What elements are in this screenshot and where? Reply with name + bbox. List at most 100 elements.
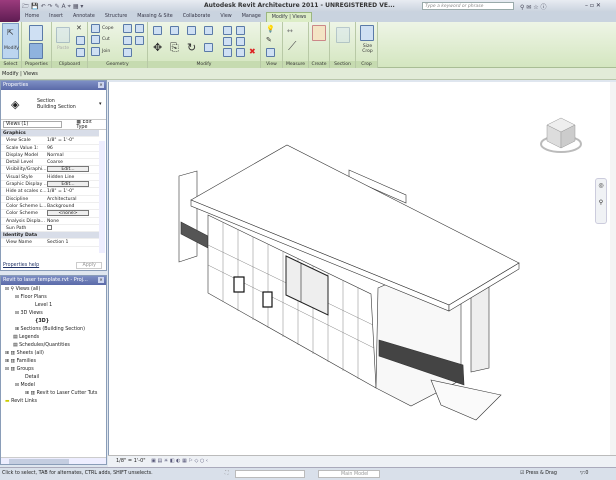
tree-item-revit-links[interactable]: ▬ Revit Links	[5, 399, 37, 404]
property-row[interactable]: View Name Section 1	[1, 239, 99, 247]
window-controls[interactable]: – ▫ ✕	[585, 2, 601, 9]
property-row[interactable]: Scale Value 1: 96	[1, 145, 99, 152]
property-value[interactable]: Normal	[47, 152, 99, 158]
property-value[interactable]: 96	[47, 145, 99, 151]
property-row[interactable]: Analysis Displa... None	[1, 218, 99, 225]
application-menu-button[interactable]	[0, 0, 20, 22]
copy-element-icon[interactable]: ⎘	[170, 41, 179, 55]
property-row[interactable]: View Scale 1/8" = 1'-0"	[1, 137, 99, 145]
close-icon[interactable]: ✕	[98, 82, 104, 88]
quick-access-toolbar[interactable]: 🗁 💾 ↶ ↷ ✎ A ⌖ ▦ ▾	[22, 2, 83, 12]
property-row[interactable]: Hide at scales c... 1/8" = 1'-0"	[1, 188, 99, 196]
tab-modify-views[interactable]: Modify | Views	[265, 12, 313, 22]
apply-button[interactable]: Apply	[76, 262, 102, 269]
mirror-draw-icon[interactable]	[204, 26, 213, 35]
override-graphics-icon[interactable]: ✎	[266, 36, 272, 44]
cope-icon[interactable]	[91, 24, 100, 33]
join-label[interactable]: Join	[102, 49, 110, 54]
search-input[interactable]: Type a keyword or phrase	[422, 2, 514, 10]
split-gap-icon[interactable]	[236, 26, 245, 35]
property-row[interactable]: Display Model Normal	[1, 152, 99, 160]
scale-icon[interactable]	[236, 37, 245, 46]
property-row[interactable]: Color Scheme <none>	[1, 210, 99, 218]
filter-icon[interactable]: ▽:0	[580, 468, 588, 480]
property-row[interactable]: Visibility/Graphi... Edit...	[1, 166, 99, 174]
match-properties-icon[interactable]	[76, 48, 85, 57]
property-row[interactable]: Graphic Display ... Edit...	[1, 181, 99, 189]
tab-home[interactable]: Home	[20, 12, 44, 22]
demolish-icon[interactable]	[135, 36, 144, 45]
join-icon[interactable]	[91, 47, 100, 56]
tree-item-legends[interactable]: ▤ Legends	[13, 335, 39, 340]
property-row[interactable]: Visual Style Hidden Line	[1, 174, 99, 182]
hide-element-icon[interactable]: 💡	[266, 25, 275, 33]
tree-item-level-1[interactable]: Level 1	[35, 303, 52, 308]
viewcube[interactable]	[539, 112, 583, 156]
tab-annotate[interactable]: Annotate	[68, 12, 100, 22]
tree-item-groups[interactable]: ⊟ ▥ Groups	[5, 367, 34, 372]
tree-item-3d[interactable]: {3D}	[35, 319, 49, 324]
tree-item-model[interactable]: ⊟ Model	[15, 383, 35, 388]
property-value[interactable]: Edit...	[47, 166, 99, 173]
tree-item-sections[interactable]: ⊞ Sections (Building Section)	[15, 327, 85, 332]
chevron-down-icon[interactable]: ▾	[99, 101, 102, 107]
cut-icon[interactable]: ✕	[76, 24, 82, 32]
paint-icon[interactable]	[123, 36, 132, 45]
cope-label[interactable]: Cope	[102, 26, 114, 31]
cut-label[interactable]: Cut	[102, 37, 110, 42]
property-value[interactable]: 1/8" = 1'-0"	[47, 137, 99, 143]
size-crop-label[interactable]: Size Crop	[359, 44, 376, 54]
workset-icon[interactable]: ⛶	[225, 468, 228, 480]
dimension-icon[interactable]: ⟋	[288, 39, 296, 54]
properties-icon[interactable]	[29, 43, 43, 59]
property-value[interactable]: Coarse	[47, 159, 99, 165]
property-group-header[interactable]: Graphics	[1, 130, 99, 138]
create-similar-icon[interactable]	[312, 25, 326, 41]
pin-icon[interactable]	[223, 48, 232, 57]
properties-help-link[interactable]: Properties help	[3, 263, 39, 268]
copy-icon[interactable]	[76, 36, 85, 45]
align-icon[interactable]	[153, 26, 162, 35]
workset-selector[interactable]	[235, 470, 305, 478]
modify-button[interactable]: ⇱ Modify	[2, 23, 19, 59]
instance-selector[interactable]: Views (1)	[3, 121, 63, 128]
scrollbar[interactable]	[99, 141, 105, 253]
close-icon[interactable]: ✕	[98, 277, 104, 283]
infocenter-icons[interactable]: ⚲ ✉ ☆ ⓘ	[520, 2, 547, 11]
property-value[interactable]: Hidden Line	[47, 174, 99, 180]
tab-view[interactable]: View	[215, 12, 236, 22]
view-scale[interactable]: 1/8" = 1'-0"	[116, 458, 146, 464]
trim-icon[interactable]	[204, 43, 213, 52]
property-value[interactable]: <none>	[47, 210, 99, 217]
property-group-header[interactable]: Identity Data	[1, 232, 99, 240]
tree-item-schedules[interactable]: ▤ Schedules/Quantities	[13, 343, 70, 348]
split-icon[interactable]	[223, 26, 232, 35]
tree-item-floor-plans[interactable]: ⊟ Floor Plans	[15, 295, 47, 300]
split-segment-icon[interactable]	[336, 27, 350, 43]
type-selector[interactable]: ◈ Section Building Section ▾	[1, 90, 106, 120]
split-face-icon[interactable]	[123, 24, 132, 33]
type-properties-icon[interactable]	[29, 25, 43, 41]
property-value[interactable]: Section 1	[47, 239, 99, 245]
unpin-icon[interactable]	[236, 48, 245, 57]
property-row[interactable]: Detail Level Coarse	[1, 159, 99, 167]
wall-joins-icon[interactable]	[135, 24, 144, 33]
vertical-scrollbar[interactable]	[610, 82, 616, 455]
property-value[interactable]: 1/8" = 1'-0"	[47, 188, 99, 194]
tree-item-revit-to-laser[interactable]: ⊞ ▥ Revit to Laser Cutter Tuts	[25, 391, 97, 396]
tab-massing-site[interactable]: Massing & Site	[132, 12, 178, 22]
3d-view-canvas[interactable]: ◎ ⚲	[108, 82, 616, 455]
property-value[interactable]: Edit...	[47, 181, 99, 188]
measure-icon[interactable]: ↔	[287, 27, 293, 35]
edit-button[interactable]: Edit...	[47, 181, 89, 188]
tree-item-views[interactable]: ⊟ ⚲ Views (all)	[5, 287, 40, 292]
rotate-icon[interactable]: ↻	[187, 41, 196, 54]
view-control-icons[interactable]: ▣ ▤ ☀ ◧ ◐ ▦ ⚐ ◇ ○ ‹	[151, 458, 208, 464]
horizontal-scrollbar[interactable]	[1, 457, 106, 464]
press-drag-checkbox[interactable]: ☑ Press & Drag	[520, 468, 557, 480]
tree-item-sheets[interactable]: ⊞ ▥ Sheets (all)	[5, 351, 44, 356]
tab-manage[interactable]: Manage	[237, 12, 266, 22]
edit-button[interactable]: Edit...	[47, 166, 89, 173]
cut-geometry-icon[interactable]	[91, 35, 100, 44]
sun-path-checkbox[interactable]	[47, 224, 52, 230]
